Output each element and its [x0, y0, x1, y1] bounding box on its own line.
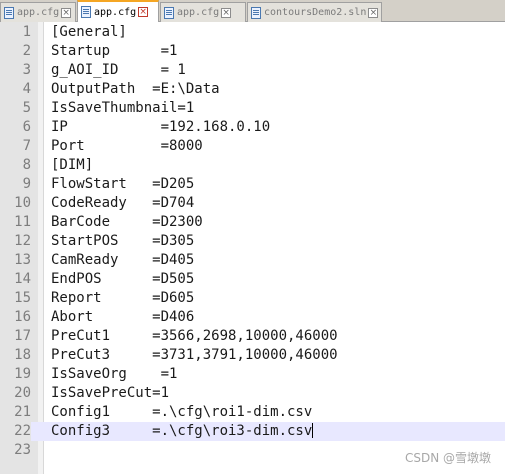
code-line[interactable]: 11 BarCode =D2300	[0, 213, 505, 232]
line-text[interactable]: [DIM]	[51, 156, 93, 175]
tab-label: app.cfg	[17, 7, 60, 18]
line-number: 17	[0, 327, 31, 346]
line-text[interactable]: Port =8000	[51, 137, 203, 156]
line-number: 9	[0, 175, 31, 194]
line-number: 7	[0, 137, 31, 156]
line-number: 15	[0, 289, 31, 308]
file-icon	[81, 6, 91, 18]
code-line[interactable]: 9 FlowStart =D205	[0, 175, 505, 194]
line-number: 21	[0, 403, 31, 422]
line-number: 14	[0, 270, 31, 289]
line-text[interactable]: IsSavePreCut=1	[51, 384, 169, 403]
editor[interactable]: 1 [General] 2 Startup =1 3 g_AOI_ID = 1 4 Outpu…	[0, 22, 505, 474]
code-line[interactable]: 3 g_AOI_ID = 1	[0, 61, 505, 80]
line-number: 22	[0, 422, 31, 441]
line-number: 4	[0, 80, 31, 99]
line-number: 20	[0, 384, 31, 403]
tab-label: app.cfg	[94, 6, 137, 18]
line-text[interactable]: IP =192.168.0.10	[51, 118, 270, 137]
tab-label: contoursDemo2.sln	[264, 7, 367, 18]
line-text[interactable]: Config3 =.\cfg\roi3-dim.csv	[51, 422, 314, 441]
tab-label: app.cfg	[177, 7, 220, 18]
close-icon[interactable]: ×	[221, 7, 232, 18]
line-number: 16	[0, 308, 31, 327]
line-number: 6	[0, 118, 31, 137]
line-text[interactable]: PreCut1 =3566,2698,10000,46000	[51, 327, 338, 346]
line-number: 2	[0, 42, 31, 61]
line-number: 12	[0, 232, 31, 251]
code-line[interactable]: 14 EndPOS =D505	[0, 270, 505, 289]
code-line[interactable]: 22 Config3 =.\cfg\roi3-dim.csv	[0, 422, 505, 441]
line-text[interactable]: EndPOS =D505	[51, 270, 194, 289]
line-text[interactable]: StartPOS =D305	[51, 232, 194, 251]
tab-app-cfg-3[interactable]: app.cfg ×	[160, 2, 246, 22]
code-line[interactable]: 18 PreCut3 =3731,3791,10000,46000	[0, 346, 505, 365]
code-line[interactable]: 12 StartPOS =D305	[0, 232, 505, 251]
line-number: 1	[0, 23, 31, 42]
line-number: 11	[0, 213, 31, 232]
line-number: 5	[0, 99, 31, 118]
file-icon	[4, 6, 14, 19]
line-text[interactable]: g_AOI_ID = 1	[51, 61, 186, 80]
line-text[interactable]: IsSaveOrg =1	[51, 365, 177, 384]
code-line[interactable]: 6 IP =192.168.0.10	[0, 118, 505, 137]
line-text[interactable]: IsSaveThumbnail=1	[51, 99, 194, 118]
tab-bar: app.cfg × app.cfg × app.cfg × contoursDe…	[0, 0, 505, 22]
text-caret	[312, 423, 314, 438]
tab-contoursdemo2-sln[interactable]: contoursDemo2.sln ×	[247, 2, 382, 22]
line-text[interactable]: Config1 =.\cfg\roi1-dim.csv	[51, 403, 312, 422]
code-line[interactable]: 5 IsSaveThumbnail=1	[0, 99, 505, 118]
line-number: 19	[0, 365, 31, 384]
line-text[interactable]: CodeReady =D704	[51, 194, 194, 213]
file-icon	[251, 6, 261, 19]
line-text[interactable]: FlowStart =D205	[51, 175, 194, 194]
line-number: 23	[0, 441, 31, 460]
line-text[interactable]: [General]	[51, 23, 127, 42]
line-text[interactable]: Abort =D406	[51, 308, 194, 327]
line-text[interactable]: PreCut3 =3731,3791,10000,46000	[51, 346, 338, 365]
code-line[interactable]: 17 PreCut1 =3566,2698,10000,46000	[0, 327, 505, 346]
code-line[interactable]: 4 OutputPath =E:\Data	[0, 80, 505, 99]
code-line[interactable]: 19 IsSaveOrg =1	[0, 365, 505, 384]
line-text[interactable]: BarCode =D2300	[51, 213, 203, 232]
code-line[interactable]: 13 CamReady =D405	[0, 251, 505, 270]
line-number: 8	[0, 156, 31, 175]
line-text[interactable]: OutputPath =E:\Data	[51, 80, 220, 99]
code-line[interactable]: 8 [DIM]	[0, 156, 505, 175]
line-number: 13	[0, 251, 31, 270]
line-number: 10	[0, 194, 31, 213]
code-line[interactable]: 16 Abort =D406	[0, 308, 505, 327]
code-line[interactable]: 7 Port =8000	[0, 137, 505, 156]
close-icon[interactable]: ×	[368, 7, 379, 18]
line-text[interactable]: Startup =1	[51, 42, 177, 61]
code-line[interactable]: 10 CodeReady =D704	[0, 194, 505, 213]
code-line[interactable]: 15 Report =D605	[0, 289, 505, 308]
code-line[interactable]: 21 Config1 =.\cfg\roi1-dim.csv	[0, 403, 505, 422]
tab-app-cfg-1[interactable]: app.cfg ×	[0, 2, 76, 22]
code-line[interactable]: 20 IsSavePreCut=1	[0, 384, 505, 403]
line-number: 3	[0, 61, 31, 80]
watermark: CSDN @雪墩墩	[404, 451, 491, 465]
code-line[interactable]: 2 Startup =1	[0, 42, 505, 61]
line-text[interactable]: Report =D605	[51, 289, 194, 308]
code-line[interactable]: 1 [General]	[0, 23, 505, 42]
close-icon[interactable]: ×	[61, 7, 72, 18]
line-number: 18	[0, 346, 31, 365]
tab-app-cfg-2[interactable]: app.cfg ×	[77, 0, 159, 22]
file-icon	[164, 6, 174, 19]
line-text[interactable]: CamReady =D405	[51, 251, 194, 270]
close-icon[interactable]: ×	[138, 7, 149, 17]
